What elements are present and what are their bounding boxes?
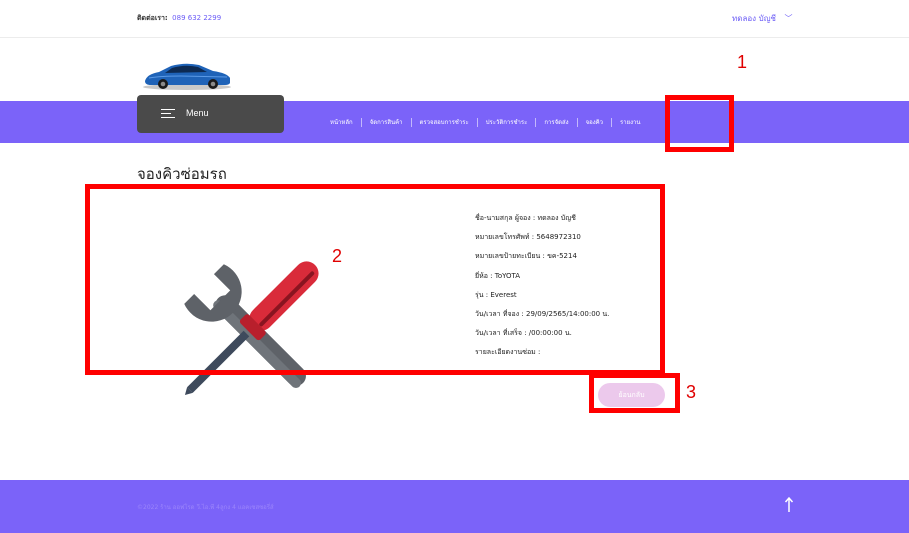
account-name[interactable]: ทดลอง บัญชี bbox=[732, 14, 776, 23]
page: ติดต่อเรา: 089 632 2299 ทดลอง บัญชี ﹀ Me… bbox=[0, 0, 909, 533]
nav-item-shipping[interactable]: การจัดส่ง bbox=[544, 117, 568, 127]
nav-divider bbox=[535, 117, 537, 127]
top-bar: ติดต่อเรา: 089 632 2299 ทดลอง บัญชี ﹀ bbox=[0, 0, 909, 38]
page-title: จองคิวซ่อมรถ bbox=[137, 165, 227, 183]
nav-divider bbox=[410, 117, 412, 127]
nav-divider bbox=[611, 117, 613, 127]
annotation-label-1: 1 bbox=[737, 52, 748, 72]
annotation-box-3 bbox=[589, 373, 680, 413]
nav-item-payment-check[interactable]: ตรวจสอบการชำระ bbox=[420, 117, 469, 127]
annotation-label-3: 3 bbox=[686, 382, 697, 402]
menu-button[interactable]: Menu bbox=[137, 95, 284, 133]
contact-label: ติดต่อเรา: bbox=[137, 14, 168, 22]
account-menu[interactable]: ทดลอง บัญชี ﹀ bbox=[732, 12, 793, 25]
nav-divider bbox=[576, 117, 578, 127]
nav-item-payment-history[interactable]: ประวัติการชำระ bbox=[486, 117, 528, 127]
menu-label[interactable]: Menu bbox=[186, 108, 209, 118]
contact-info: ติดต่อเรา: 089 632 2299 bbox=[137, 13, 221, 24]
nav-item-products[interactable]: จัดการสินค้า bbox=[370, 117, 403, 127]
chevron-down-icon[interactable]: ﹀ bbox=[785, 14, 793, 23]
nav-item-reports[interactable]: รายงาน bbox=[620, 117, 641, 127]
nav-divider bbox=[476, 117, 478, 127]
nav-item-home[interactable]: หน้าหลัก bbox=[330, 117, 353, 127]
footer-copyright: ©2022 ร้าน ออฟโรด วี.ไอ.พี 4ลูกง 4 แอคเซ… bbox=[137, 504, 274, 511]
arrow-up-icon[interactable] bbox=[784, 497, 794, 513]
annotation-label-2: 2 bbox=[332, 246, 343, 266]
footer: ©2022 ร้าน ออฟโรด วี.ไอ.พี 4ลูกง 4 แอคเซ… bbox=[0, 480, 909, 533]
contact-phone[interactable]: 089 632 2299 bbox=[172, 14, 221, 22]
nav-divider bbox=[360, 117, 362, 127]
annotation-box-1 bbox=[665, 95, 734, 152]
nav-item-booking[interactable]: จองคิว bbox=[586, 117, 603, 127]
car-logo-icon[interactable] bbox=[141, 61, 233, 91]
annotation-box-2 bbox=[85, 184, 665, 375]
hamburger-icon[interactable] bbox=[161, 109, 175, 119]
nav-links: หน้าหลัก จัดการสินค้า ตรวจสอบการชำระ ประ… bbox=[330, 116, 641, 128]
